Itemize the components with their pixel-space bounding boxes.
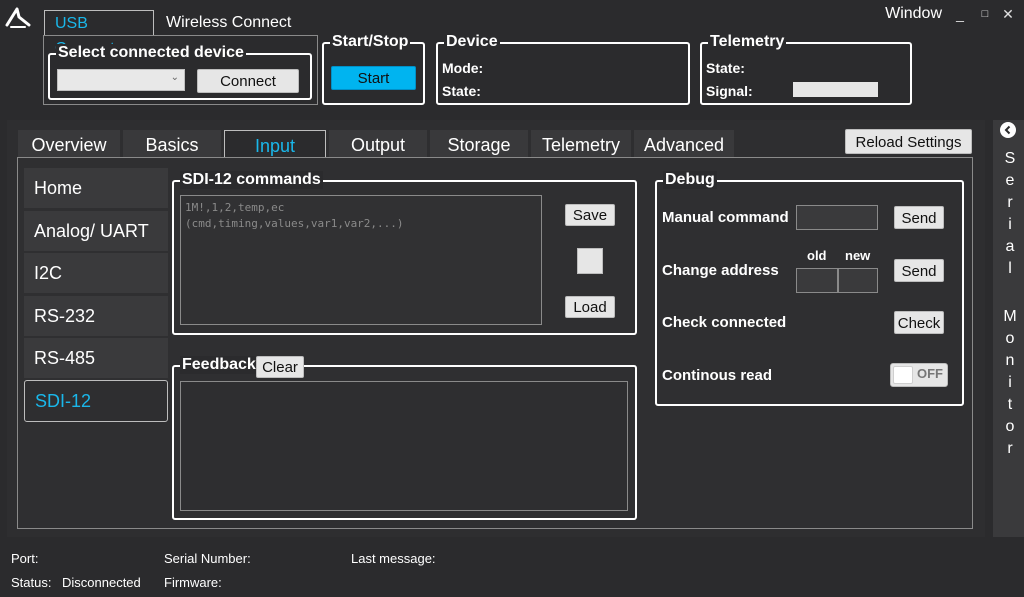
tab-usb-connect[interactable]: USB Connect <box>44 10 154 57</box>
feedback-textarea[interactable] <box>180 381 628 511</box>
telemetry-title: Telemetry <box>708 33 787 51</box>
tab-basics[interactable]: Basics <box>123 130 221 158</box>
serial-monitor-letter: e <box>1005 172 1015 189</box>
signal-indicator <box>793 82 878 97</box>
serial-monitor-letter: l <box>1008 260 1012 277</box>
chevron-down-icon: ⌄ <box>170 72 179 83</box>
device-select[interactable]: ⌄ <box>57 69 185 91</box>
change-address-label: Change address <box>662 262 779 279</box>
device-state-label: State: <box>442 83 481 99</box>
reload-settings-button[interactable]: Reload Settings <box>845 129 972 154</box>
start-button[interactable]: Start <box>331 66 416 90</box>
feedback-title: Feedback <box>180 356 258 374</box>
manual-command-label: Manual command <box>662 209 789 226</box>
serial-monitor-letter: r <box>1007 440 1013 457</box>
old-address-input[interactable] <box>796 268 838 293</box>
device-title: Device <box>444 33 500 51</box>
textarea-line-1: 1M!,1,2,temp,ec <box>185 201 285 214</box>
new-address-label: new <box>845 248 871 263</box>
telemetry-state-label: State: <box>706 60 745 76</box>
select-device-title: Select connected device <box>56 44 246 62</box>
last-message-label: Last message: <box>351 551 436 566</box>
serial-number-label: Serial Number: <box>164 551 251 566</box>
window-menu[interactable]: Window <box>885 5 942 23</box>
firmware-label: Firmware: <box>164 575 222 590</box>
serial-monitor-letter: M <box>1003 308 1017 325</box>
sidebar-item-home[interactable]: Home <box>24 168 168 208</box>
chevron-left-icon[interactable] <box>1000 122 1016 138</box>
serial-monitor-letter: r <box>1007 194 1013 211</box>
tab-output[interactable]: Output <box>329 130 427 158</box>
serial-monitor-letter: i <box>1008 374 1012 391</box>
start-stop-title: Start/Stop <box>330 33 411 51</box>
app-logo <box>3 3 33 33</box>
telemetry-signal-label: Signal: <box>706 83 753 99</box>
sidebar-item-analog-uart[interactable]: Analog/ UART <box>24 211 168 251</box>
textarea-line-2: (cmd,timing,values,var1,var2,...) <box>185 217 404 230</box>
device-mode-label: Mode: <box>442 60 484 76</box>
load-button[interactable]: Load <box>565 296 615 318</box>
send-change-address-button[interactable]: Send <box>894 259 944 282</box>
sdi12-commands-textarea[interactable]: 1M!,1,2,temp,ec (cmd,timing,values,var1,… <box>180 195 542 325</box>
toggle-state-text: OFF <box>917 366 943 381</box>
serial-monitor-letter: a <box>1005 238 1015 255</box>
debug-title: Debug <box>663 171 717 189</box>
toggle-knob <box>893 366 913 384</box>
port-label: Port: <box>11 551 39 566</box>
new-address-input[interactable] <box>838 268 878 293</box>
serial-monitor-letter: n <box>1005 352 1015 369</box>
send-manual-command-button[interactable]: Send <box>894 206 944 229</box>
continuous-read-toggle[interactable]: OFF <box>890 363 948 387</box>
sidebar-item-sdi12[interactable]: SDI-12 <box>24 380 168 422</box>
clear-button[interactable]: Clear <box>256 356 304 378</box>
save-button[interactable]: Save <box>565 204 615 226</box>
status-label: Status: <box>11 575 52 590</box>
serial-monitor-letter: t <box>1007 396 1013 413</box>
sdi12-commands-title: SDI-12 commands <box>180 171 323 189</box>
sidebar-item-rs232[interactable]: RS-232 <box>24 296 168 336</box>
serial-monitor-letter: o <box>1005 418 1015 435</box>
connect-button[interactable]: Connect <box>197 69 299 93</box>
close-icon[interactable]: ✕ <box>1000 6 1016 23</box>
serial-monitor-letter: o <box>1005 330 1015 347</box>
serial-monitor-letter: S <box>1004 150 1016 167</box>
tab-wireless-connect[interactable]: Wireless Connect <box>156 10 301 35</box>
tab-telemetry[interactable]: Telemetry <box>531 130 631 158</box>
old-address-label: old <box>807 248 827 263</box>
maximize-icon[interactable]: □ <box>977 8 993 20</box>
status-value: Disconnected <box>62 575 141 590</box>
check-button[interactable]: Check <box>894 311 944 334</box>
manual-command-input[interactable] <box>796 205 878 230</box>
tab-overview[interactable]: Overview <box>18 130 120 158</box>
tab-storage[interactable]: Storage <box>430 130 528 158</box>
continuous-read-label: Continous read <box>662 367 773 384</box>
serial-monitor-letter: i <box>1008 216 1012 233</box>
minimize-icon[interactable]: _ <box>952 6 968 22</box>
check-connected-label: Check connected <box>662 314 787 331</box>
tab-advanced[interactable]: Advanced <box>634 130 734 158</box>
sidebar-item-i2c[interactable]: I2C <box>24 253 168 293</box>
sidebar-item-rs485[interactable]: RS-485 <box>24 338 168 378</box>
sdi12-checkbox[interactable] <box>577 248 603 274</box>
tab-input[interactable]: Input <box>224 130 326 158</box>
